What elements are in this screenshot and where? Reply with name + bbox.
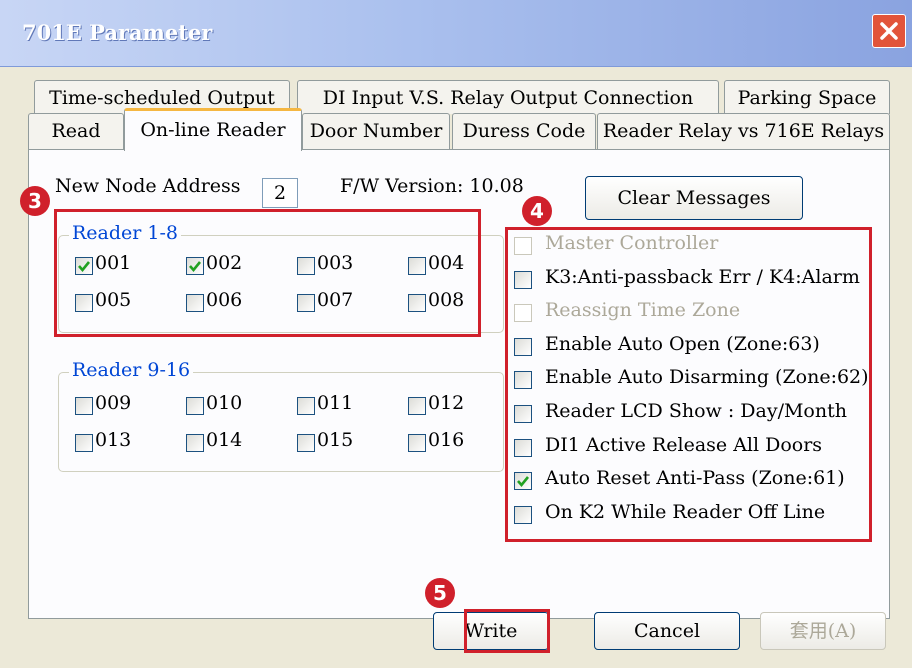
close-icon <box>880 22 898 40</box>
cancel-button[interactable]: Cancel <box>594 612 740 650</box>
reader-checkbox[interactable] <box>297 434 315 452</box>
reader-9-16-group <box>58 372 504 472</box>
title-bar: 701E Parameter <box>0 0 912 67</box>
reader-checkbox[interactable] <box>408 397 426 415</box>
highlight-reader-1-8 <box>54 209 481 337</box>
highlight-write-button <box>464 609 550 653</box>
tab-di-input-relay-connection[interactable]: DI Input V.S. Relay Output Connection <box>297 80 719 114</box>
reader-checkbox-label: 010 <box>206 392 243 414</box>
tab-read[interactable]: Read <box>28 113 124 149</box>
reader-checkbox-label: 012 <box>428 392 465 414</box>
tab-label: Time-scheduled Output <box>49 87 275 109</box>
tab-label: Parking Space <box>737 87 877 109</box>
tab-label: On-line Reader <box>140 119 286 141</box>
window-title: 701E Parameter <box>22 20 213 45</box>
reader-checkbox[interactable] <box>408 434 426 452</box>
firmware-version: F/W Version: 10.08 <box>340 175 524 197</box>
tab-door-number[interactable]: Door Number <box>302 113 450 149</box>
close-button[interactable] <box>872 14 906 48</box>
annotation-badge-5: 5 <box>425 578 455 608</box>
reader-checkbox[interactable] <box>75 434 93 452</box>
reader-checkbox[interactable] <box>186 434 204 452</box>
annotation-badge-4: 4 <box>522 196 552 226</box>
tab-parking-space[interactable]: Parking Space <box>724 80 890 114</box>
reader-9-16-title: Reader 9-16 <box>69 359 194 381</box>
tab-label: Duress Code <box>462 120 586 142</box>
tab-on-line-reader[interactable]: On-line Reader <box>124 108 302 151</box>
node-address-label: New Node Address <box>55 175 241 197</box>
reader-checkbox[interactable] <box>186 397 204 415</box>
apply-button: 套用(A) <box>760 612 886 650</box>
tab-label: Reader Relay vs 716E Relays <box>602 120 885 142</box>
reader-checkbox-label: 009 <box>95 392 132 414</box>
reader-checkbox-label: 011 <box>317 392 354 414</box>
tab-reader-relay-vs-716e-relays[interactable]: Reader Relay vs 716E Relays <box>597 113 890 149</box>
annotation-badge-3: 3 <box>20 186 50 216</box>
reader-checkbox-label: 014 <box>206 429 243 451</box>
reader-checkbox-label: 013 <box>95 429 132 451</box>
reader-checkbox-label: 015 <box>317 429 354 451</box>
tab-label: Door Number <box>309 120 443 142</box>
reader-checkbox-label: 016 <box>428 429 465 451</box>
tab-duress-code[interactable]: Duress Code <box>452 113 596 149</box>
highlight-options <box>505 227 872 542</box>
tab-label: DI Input V.S. Relay Output Connection <box>322 87 694 109</box>
reader-checkbox[interactable] <box>75 397 93 415</box>
node-address-input[interactable]: 2 <box>262 178 298 208</box>
reader-checkbox[interactable] <box>297 397 315 415</box>
tab-label: Read <box>51 120 101 142</box>
clear-messages-button[interactable]: Clear Messages <box>585 176 803 220</box>
